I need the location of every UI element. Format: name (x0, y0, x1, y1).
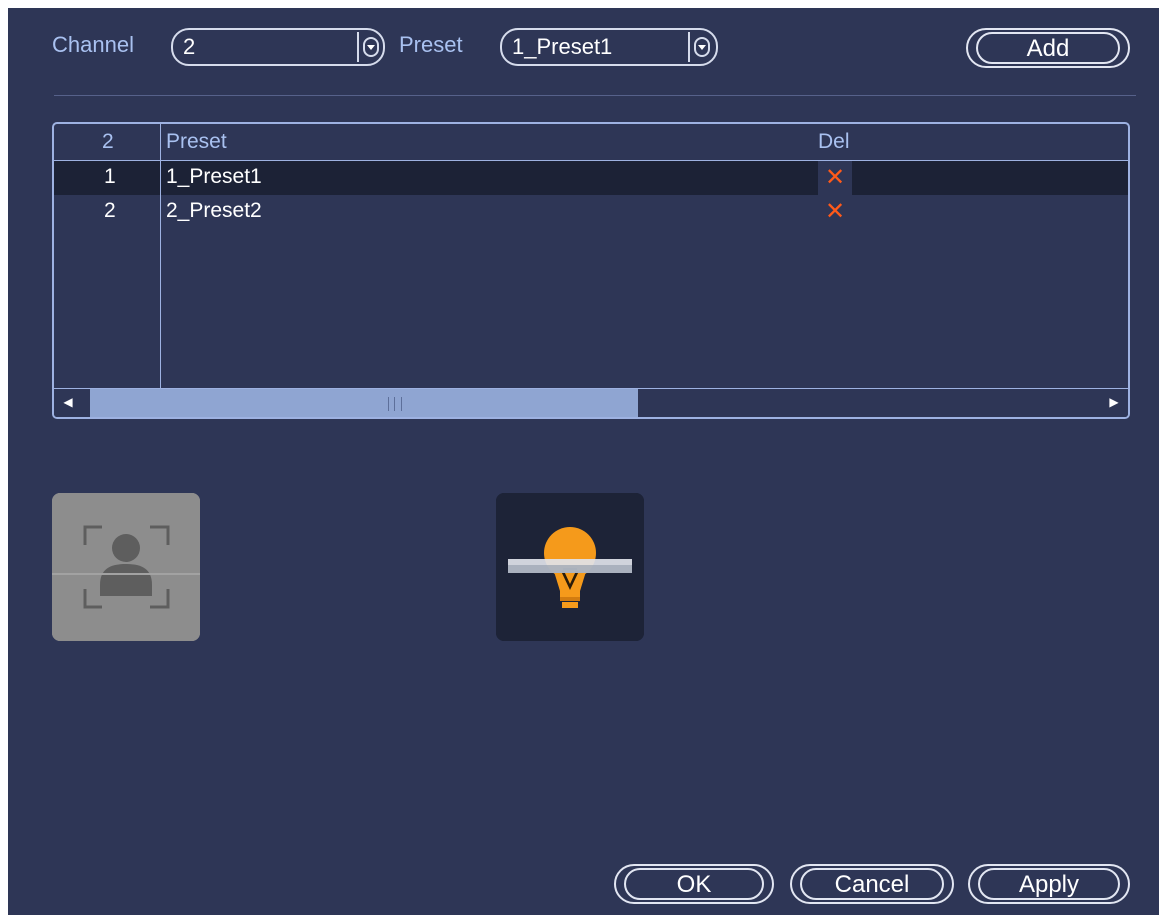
horizontal-scrollbar[interactable]: ◀ ▶ (54, 388, 1128, 417)
channel-dropdown-icon[interactable] (363, 37, 379, 57)
table-row[interactable]: 1 1_Preset1 ✕ (54, 161, 1128, 195)
apply-button-label: Apply (978, 868, 1120, 900)
face-detect-tile[interactable] (52, 493, 200, 641)
delete-x-icon[interactable]: ✕ (818, 161, 852, 195)
preset-select[interactable]: 1_Preset1 (500, 28, 718, 66)
channel-label: Channel (52, 32, 134, 57)
light-bulb-icon (496, 493, 644, 641)
divider (54, 95, 1136, 96)
light-tile[interactable] (496, 493, 644, 641)
scrollbar-thumb[interactable] (90, 389, 638, 417)
apply-button[interactable]: Apply (968, 864, 1130, 904)
ok-button-label: OK (624, 868, 764, 900)
add-button[interactable]: Add (966, 28, 1130, 68)
header-number: 2 (102, 130, 114, 153)
channel-select-value: 2 (183, 34, 196, 59)
cancel-button-label: Cancel (800, 868, 944, 900)
row-number: 2 (104, 199, 116, 222)
header-preset: Preset (166, 130, 227, 153)
preset-select-value: 1_Preset1 (512, 34, 613, 59)
preset-table: 2 Preset Del 1 1_Preset1 ✕ 2 2_Preset2 ✕… (52, 122, 1130, 419)
grip-icon (388, 397, 402, 411)
channel-select[interactable]: 2 (171, 28, 385, 66)
preset-dropdown-icon[interactable] (694, 37, 710, 57)
header-delete: Del (818, 130, 850, 153)
add-button-label: Add (976, 32, 1120, 64)
preset-label: Preset (399, 32, 463, 57)
cancel-button[interactable]: Cancel (790, 864, 954, 904)
scroll-right-icon[interactable]: ▶ (1100, 389, 1128, 416)
row-preset-name: 2_Preset2 (166, 199, 262, 222)
ok-button[interactable]: OK (614, 864, 774, 904)
delete-x-icon[interactable]: ✕ (818, 195, 852, 229)
table-row[interactable]: 2 2_Preset2 ✕ (54, 195, 1128, 229)
scroll-left-icon[interactable]: ◀ (54, 389, 82, 416)
row-number: 1 (104, 165, 116, 188)
preset-settings-panel: Channel 2 Preset 1_Preset1 Add 2 Preset … (8, 8, 1159, 915)
column-divider (160, 124, 161, 388)
row-preset-name: 1_Preset1 (166, 165, 262, 188)
face-detect-icon (52, 493, 200, 641)
table-header: 2 Preset Del (54, 124, 1128, 161)
